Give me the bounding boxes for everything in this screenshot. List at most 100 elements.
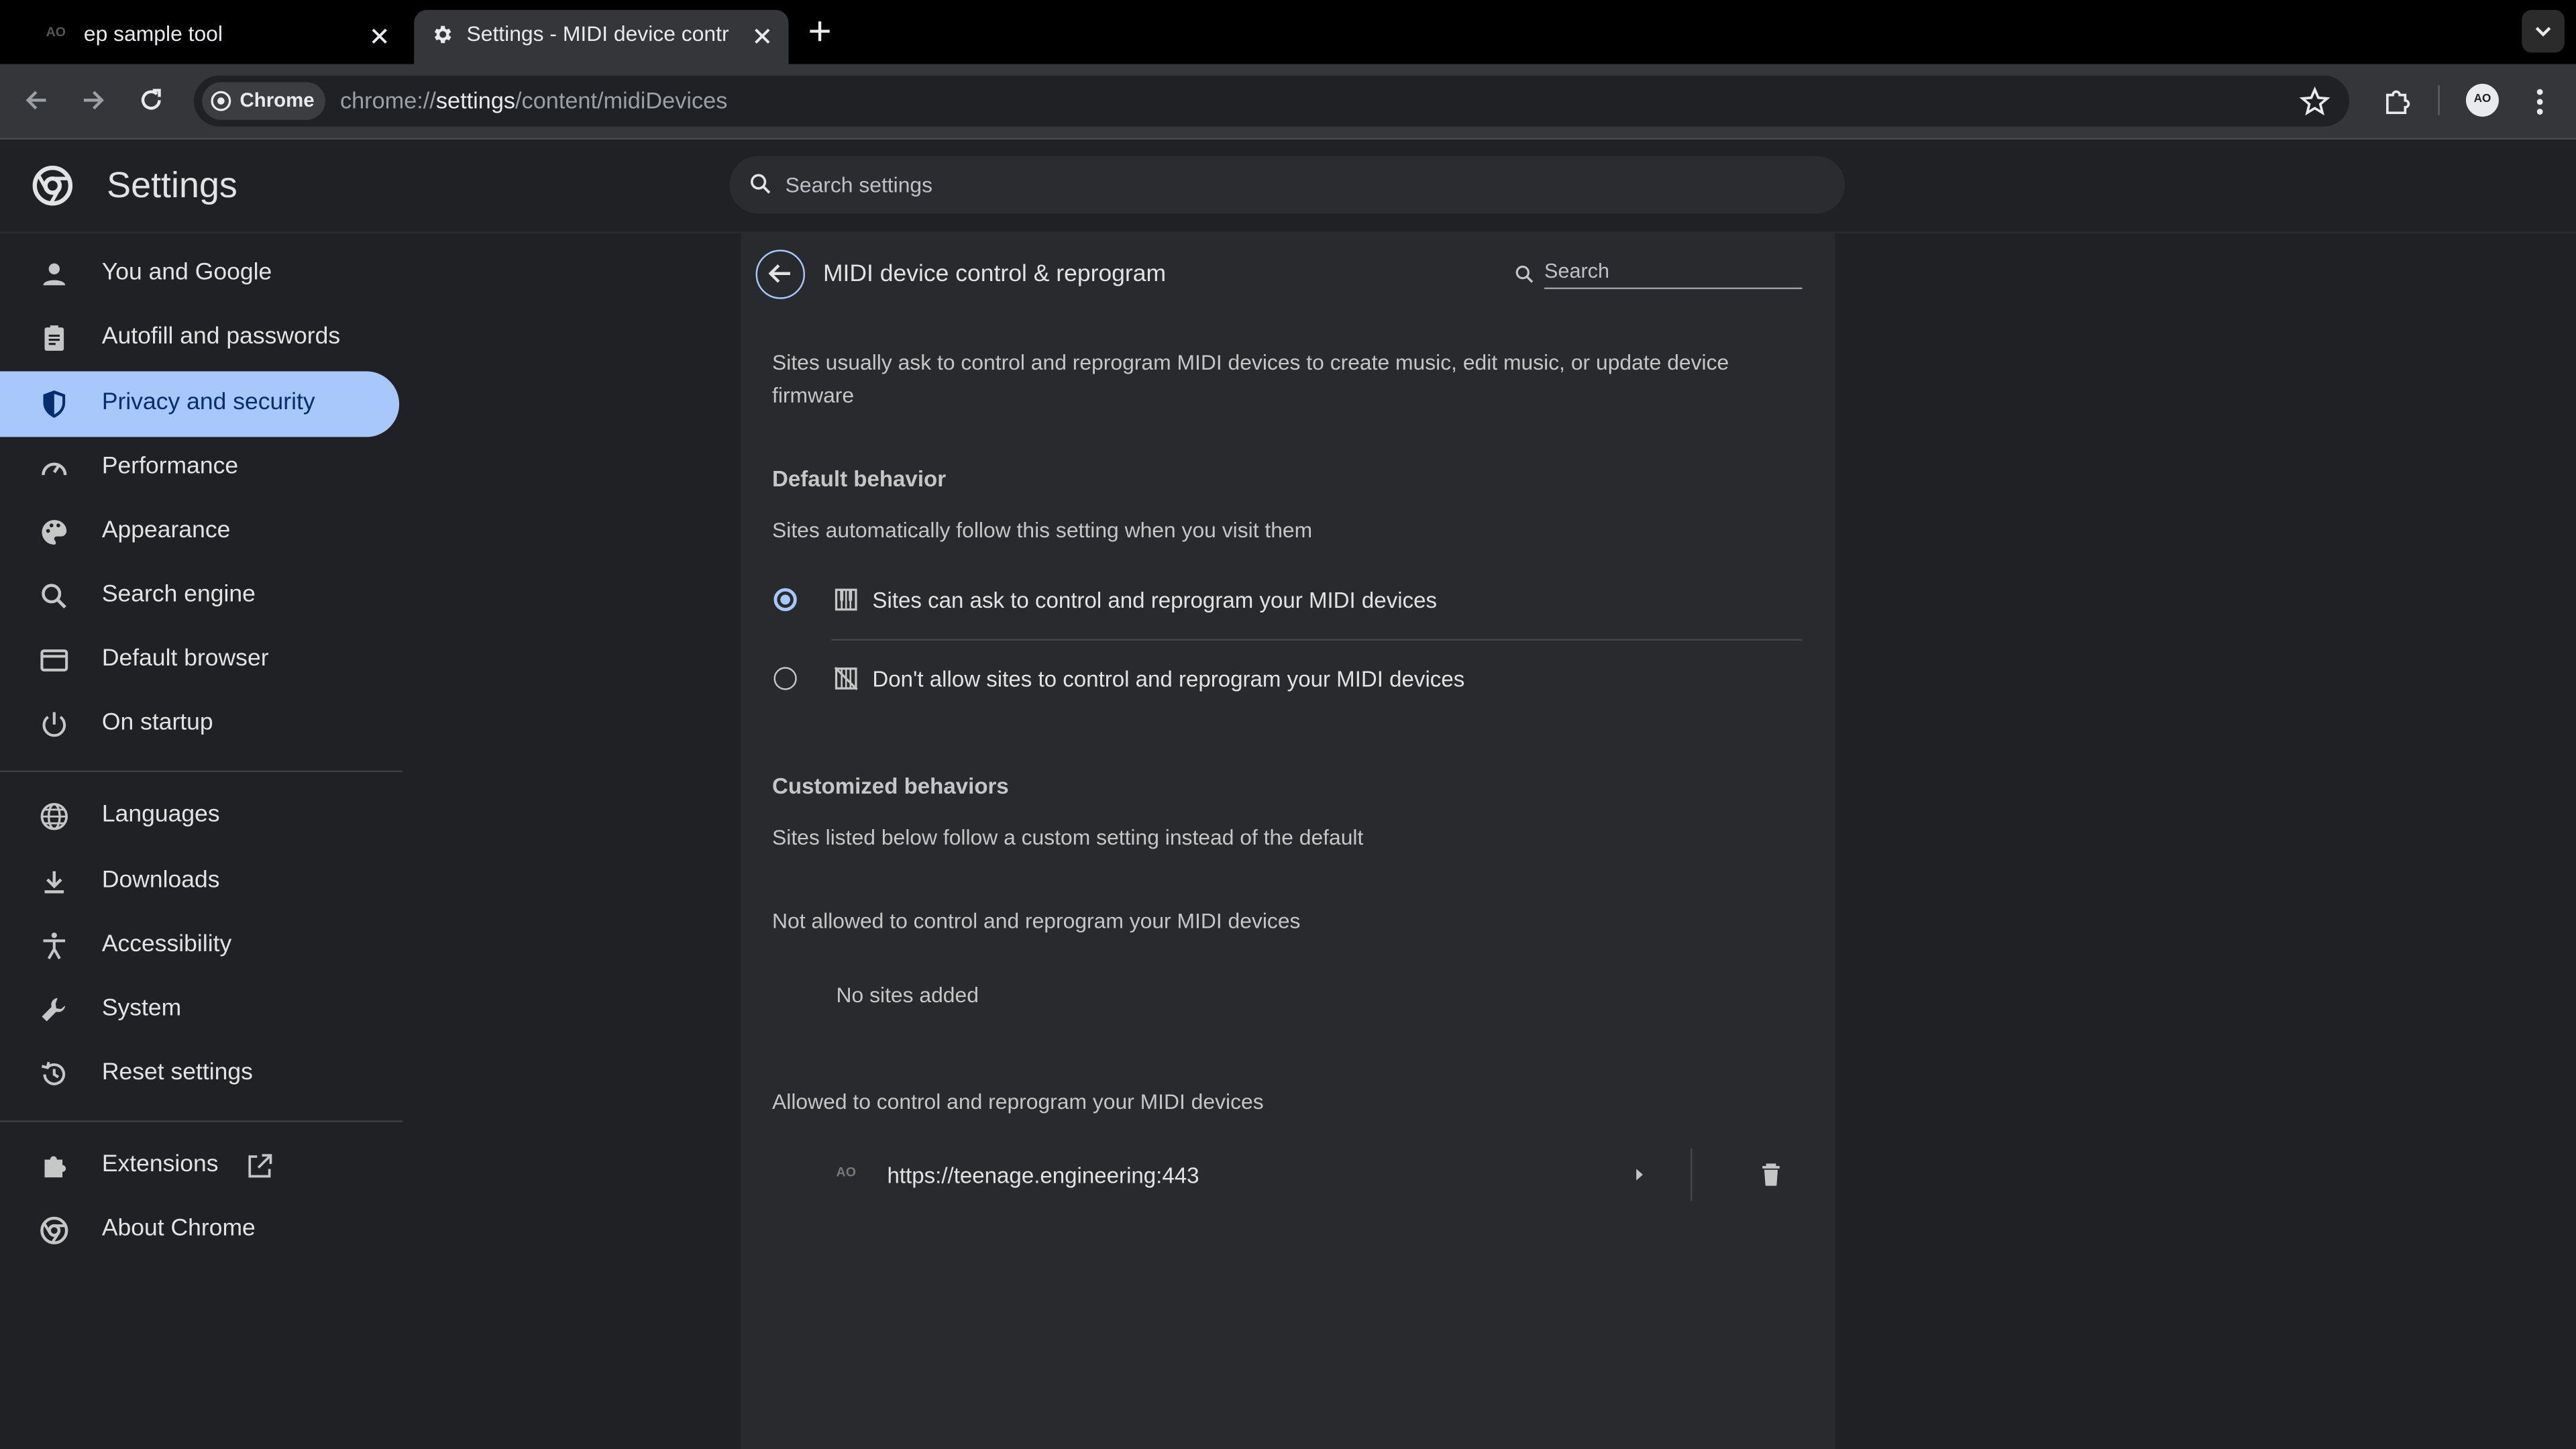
site-info-chip[interactable]: Chrome <box>202 82 325 120</box>
gear-icon <box>431 23 453 46</box>
sidebar-item-label: About Chrome <box>101 1216 256 1242</box>
sidebar-item-label: Autofill and passwords <box>101 323 341 350</box>
row-divider <box>1690 1148 1693 1201</box>
arrow-back-icon <box>768 264 790 283</box>
search-icon <box>38 580 70 612</box>
back-button[interactable] <box>755 250 806 299</box>
sidebar-item-you-and-google[interactable]: You and Google <box>0 241 399 307</box>
clipboard-icon <box>38 322 70 355</box>
description-line-1: Sites usually ask to control and reprogr… <box>772 350 1729 375</box>
sidebar-item-label: Search engine <box>101 581 256 608</box>
sidebar-item-reset-settings[interactable]: Reset settings <box>0 1042 399 1108</box>
tab-search-button[interactable] <box>2522 9 2565 53</box>
palette-icon <box>38 516 70 549</box>
url-path: /content/midiDevices <box>515 87 728 113</box>
browser-icon <box>38 644 70 677</box>
search-icon <box>1513 263 1536 286</box>
tab-title: Settings - MIDI device control & reprogr… <box>466 21 730 46</box>
sidebar-item-label: You and Google <box>101 259 272 286</box>
open-in-new-icon <box>245 1152 274 1181</box>
customized-behaviors-subtitle: Sites listed below follow a custom setti… <box>772 824 1364 850</box>
radio-allow[interactable] <box>773 588 797 612</box>
sidebar-item-label: Downloads <box>101 867 220 894</box>
sidebar-item-performance[interactable]: Performance <box>0 435 399 501</box>
allowed-heading: Allowed to control and reprogram your MI… <box>772 1089 1264 1114</box>
power-icon <box>38 708 70 741</box>
page-title: Settings <box>107 164 237 206</box>
sidebar-item-label: Accessibility <box>101 931 232 958</box>
chrome-icon <box>210 91 231 112</box>
new-tab-button[interactable] <box>805 16 835 46</box>
url-scheme: chrome:// <box>339 87 436 113</box>
extensions-puzzle-icon[interactable] <box>2381 85 2414 118</box>
close-icon[interactable] <box>366 23 392 49</box>
wrench-icon <box>38 994 70 1027</box>
sidebar-item-about-chrome[interactable]: About Chrome <box>0 1197 399 1263</box>
sidebar-item-label: Languages <box>101 802 220 828</box>
url-text[interactable]: chrome://settings/content/midiDevices <box>340 87 727 113</box>
site-favicon: AO <box>836 1165 856 1180</box>
sidebar-item-label: Privacy and security <box>101 389 315 416</box>
forward-arrow-icon[interactable] <box>77 84 110 117</box>
site-url[interactable]: https://teenage.engineering:443 <box>887 1163 1199 1188</box>
sidebar-item-privacy-security[interactable]: Privacy and security <box>0 371 400 437</box>
default-behavior-heading: Default behavior <box>772 466 947 492</box>
tab-settings[interactable]: Settings - MIDI device control & reprogr… <box>414 9 789 64</box>
tab-ep-sample-tool[interactable]: AO ep sample tool <box>30 10 407 64</box>
description-line-2: firmware <box>772 382 855 408</box>
not-allowed-heading: Not allowed to control and reprogram you… <box>772 908 1301 934</box>
sidebar-item-label: Reset settings <box>101 1059 253 1086</box>
tab-title: ep sample tool <box>83 21 223 46</box>
sidebar-item-system[interactable]: System <box>0 977 399 1043</box>
option-block-label[interactable]: Don't allow sites to control and reprogr… <box>872 667 1464 692</box>
reload-icon[interactable] <box>135 84 168 117</box>
sidebar-item-label: Default browser <box>101 645 269 672</box>
sidebar-item-extensions[interactable]: Extensions <box>0 1134 399 1199</box>
search-icon <box>747 171 773 197</box>
url-host: settings <box>435 87 516 113</box>
shield-icon <box>38 388 70 421</box>
sidebar-item-downloads[interactable]: Downloads <box>0 849 399 915</box>
sidebar-item-languages[interactable]: Languages <box>0 784 399 849</box>
subpage-search-input[interactable]: Search <box>1544 260 1803 290</box>
sidebar-item-on-startup[interactable]: On startup <box>0 692 399 757</box>
puzzle-icon <box>38 1150 70 1183</box>
close-icon[interactable] <box>749 23 775 49</box>
more-menu-icon[interactable] <box>2530 85 2549 118</box>
sidebar-divider <box>0 1120 403 1122</box>
tab-favicon: AO <box>46 24 66 40</box>
chip-label: Chrome <box>239 89 315 112</box>
search-placeholder: Search settings <box>785 172 933 197</box>
bookmark-star-icon[interactable] <box>2298 85 2331 118</box>
sidebar-divider <box>0 770 403 773</box>
sidebar-item-autofill[interactable]: Autofill and passwords <box>0 306 399 372</box>
sidebar-item-label: Performance <box>101 453 239 480</box>
default-behavior-subtitle: Sites automatically follow this setting … <box>772 517 1313 543</box>
sidebar-item-label: Appearance <box>101 517 231 544</box>
back-arrow-icon[interactable] <box>19 84 52 117</box>
history-icon <box>38 1058 70 1091</box>
speedometer-icon <box>38 451 70 484</box>
sidebar-item-label: On startup <box>101 709 213 737</box>
accessibility-icon <box>38 930 70 963</box>
chevron-down-icon <box>2535 27 2551 37</box>
midi-off-icon <box>833 665 859 692</box>
sidebar-item-label: System <box>101 996 182 1022</box>
sidebar-item-accessibility[interactable]: Accessibility <box>0 914 399 979</box>
sidebar-item-search-engine[interactable]: Search engine <box>0 564 399 629</box>
no-sites-text: No sites added <box>836 982 979 1008</box>
option-allow-label[interactable]: Sites can ask to control and reprogram y… <box>872 588 1437 613</box>
subpage-title: MIDI device control & reprogram <box>822 261 1167 288</box>
option-divider <box>831 639 1803 641</box>
chevron-right-icon[interactable] <box>1629 1165 1649 1184</box>
midi-icon <box>833 586 859 612</box>
radio-block[interactable] <box>773 667 797 690</box>
sidebar-item-label: Extensions <box>101 1151 219 1178</box>
sidebar-item-appearance[interactable]: Appearance <box>0 499 399 565</box>
delete-trash-icon[interactable] <box>1756 1160 1786 1189</box>
globe-icon <box>38 800 70 833</box>
toolbar-divider <box>2438 85 2440 115</box>
sidebar-item-default-browser[interactable]: Default browser <box>0 628 399 694</box>
profile-avatar[interactable]: AO <box>2465 83 2499 117</box>
chrome-icon <box>38 1214 70 1247</box>
